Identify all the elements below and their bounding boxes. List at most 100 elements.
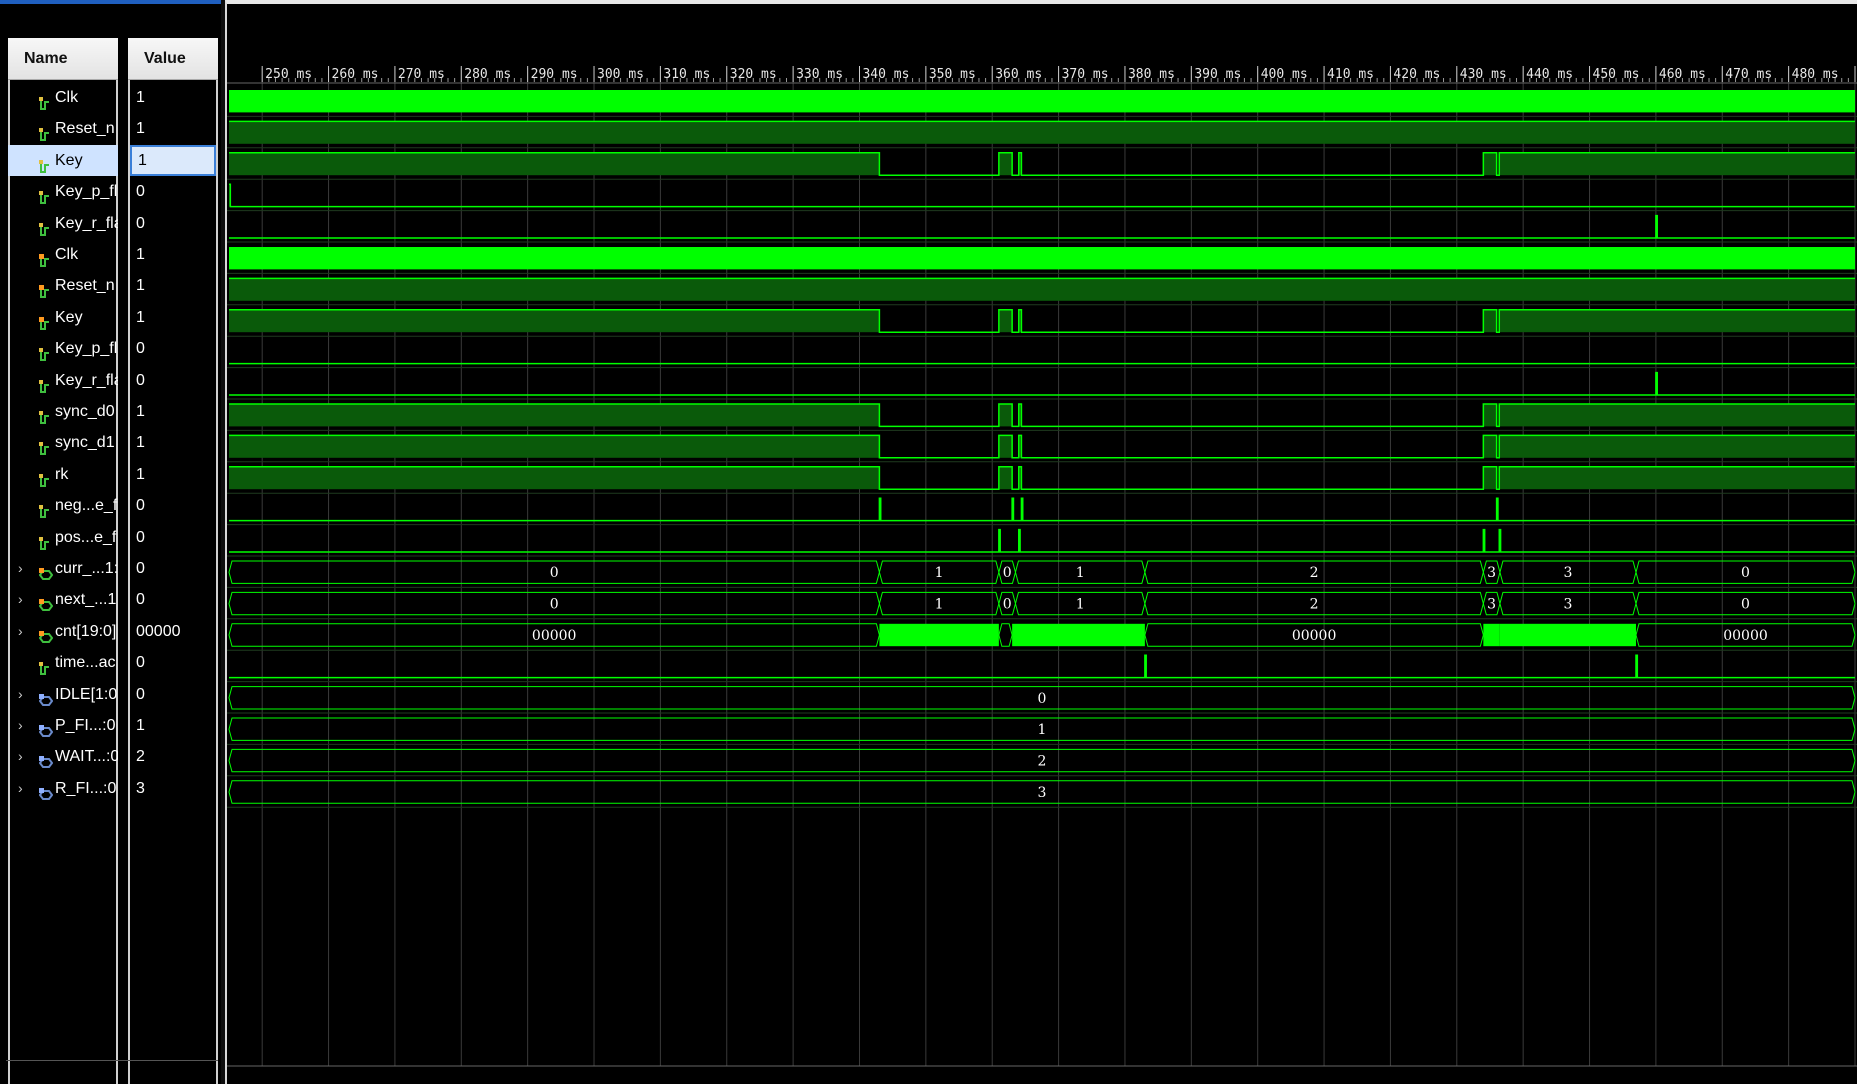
port-signal-icon — [39, 311, 51, 330]
tick-label: 470 ms — [1725, 67, 1772, 82]
waveform-high-fill — [1499, 435, 1855, 458]
waveform-high-fill — [229, 435, 880, 458]
signal-row[interactable]: › next_...1 — [8, 584, 118, 615]
signal-value[interactable]: 0 — [130, 553, 216, 584]
signal-row[interactable]: pos...e_f — [8, 522, 118, 553]
tick-label: 370 ms — [1062, 67, 1109, 82]
signal-value[interactable]: 1 — [130, 459, 216, 490]
signal-name: P_FI...:0 — [55, 717, 116, 734]
toolbar-area — [6, 4, 221, 38]
signal-row[interactable]: Key_p_fl — [8, 333, 118, 364]
waveform-panel[interactable]: 250 ms 260 ms 270 ms 280 ms 290 ms 300 ms 310 … — [225, 0, 1857, 1084]
expand-arrow-icon[interactable]: › — [18, 616, 30, 647]
expand-arrow-icon[interactable]: › — [18, 584, 30, 615]
value-column-header[interactable]: Value — [128, 38, 218, 80]
bus-value-label: 3 — [1038, 785, 1047, 801]
signal-value[interactable]: 1 — [130, 396, 216, 427]
expand-arrow-icon[interactable]: › — [18, 553, 30, 584]
waveform-high-fill — [998, 466, 1013, 490]
waveform-high-fill — [1483, 152, 1497, 176]
signal-row[interactable]: Key_p_fl — [8, 176, 118, 207]
bit-signal-icon — [39, 405, 51, 424]
signal-row[interactable]: Key — [8, 302, 118, 333]
signal-row[interactable]: sync_d0 — [8, 396, 118, 427]
clock-waveform — [229, 90, 1855, 113]
signal-value[interactable]: 3 — [130, 773, 216, 804]
signal-value[interactable]: 0 — [130, 647, 216, 678]
signal-row[interactable]: Clk — [8, 239, 118, 270]
signal-row[interactable]: Key_r_fla — [8, 208, 118, 239]
signal-value[interactable]: 0 — [130, 333, 216, 364]
signal-value[interactable]: 00000 — [130, 616, 216, 647]
signal-name: Reset_n — [55, 277, 115, 295]
signal-value[interactable]: 0 — [130, 522, 216, 553]
column-divider[interactable] — [118, 38, 128, 1084]
bit-signal-icon — [39, 531, 51, 550]
waveform-high-fill — [1483, 404, 1497, 427]
tick-label: 450 ms — [1593, 67, 1640, 82]
bus-signal-icon — [38, 625, 54, 643]
tick-label: 410 ms — [1327, 67, 1374, 82]
signal-name: R_FI...:0 — [55, 779, 117, 797]
waveform-high-fill — [229, 121, 1855, 144]
expand-arrow-icon[interactable]: › — [18, 741, 30, 772]
clock-waveform — [229, 247, 1855, 270]
waveform-high-fill — [1499, 152, 1855, 176]
signal-row[interactable]: Clk — [8, 82, 118, 113]
signal-row[interactable]: › WAIT...:0 — [8, 741, 118, 772]
signal-row[interactable]: › cnt[19:0] — [8, 616, 118, 647]
waveform-high-fill — [229, 309, 880, 333]
expand-arrow-icon[interactable]: › — [18, 679, 30, 710]
waveform-high-fill — [1499, 309, 1855, 333]
signal-name: WAIT...:0 — [55, 748, 118, 766]
signal-name: pos...e_f — [55, 528, 117, 546]
signal-value[interactable]: 0 — [130, 208, 216, 239]
signal-row[interactable]: › curr_...1: — [8, 553, 118, 584]
tick-label: 300 ms — [597, 67, 644, 82]
signal-value[interactable]: 1 — [130, 82, 216, 113]
signal-row[interactable]: Key_r_fla — [8, 365, 118, 396]
signal-value[interactable]: 0 — [130, 176, 216, 207]
signal-value[interactable]: 1 — [130, 302, 216, 333]
bus-value-label: 2 — [1310, 597, 1319, 613]
signal-value[interactable]: 1 — [130, 270, 216, 301]
waveform-canvas[interactable]: 250 ms 260 ms 270 ms 280 ms 290 ms 300 ms 310 … — [227, 4, 1857, 1084]
bus-value-label: 0 — [1038, 691, 1047, 707]
signal-row[interactable]: time...ac — [8, 647, 118, 678]
signal-row[interactable]: › P_FI...:0 — [8, 710, 118, 741]
signal-value[interactable]: 1 — [130, 239, 216, 270]
signal-row[interactable]: neg...e_f — [8, 490, 118, 521]
signal-value[interactable]: 1 — [130, 427, 216, 458]
signal-list-panel: Name Value Clk 1 Reset_n 1 Key 1 Key_p_fl 0 Key_… — [0, 0, 221, 1084]
signal-row[interactable]: Key — [8, 144, 118, 176]
signal-value[interactable]: 0 — [130, 490, 216, 521]
signal-value[interactable]: 1 — [130, 113, 216, 144]
signal-value[interactable]: 0 — [130, 584, 216, 615]
signal-value[interactable]: 2 — [130, 741, 216, 772]
signal-row[interactable]: sync_d1 — [8, 427, 118, 458]
tick-label: 330 ms — [796, 67, 843, 82]
name-column-header[interactable]: Name — [8, 38, 118, 80]
expand-arrow-icon[interactable]: › — [18, 710, 30, 741]
signal-row[interactable]: Reset_n — [8, 113, 118, 144]
bus-value-label: 1 — [1076, 565, 1085, 581]
bit-signal-icon — [39, 656, 51, 676]
signal-row[interactable]: rk — [8, 459, 118, 490]
bus-busy-segment — [1012, 623, 1145, 647]
signal-value[interactable]: 1 — [130, 710, 216, 741]
signal-name: sync_d0 — [55, 403, 115, 420]
tick-label: 400 ms — [1261, 67, 1308, 82]
param-signal-icon — [38, 782, 54, 800]
expand-arrow-icon[interactable]: › — [18, 773, 30, 804]
signal-row[interactable]: › IDLE[1:0 — [8, 679, 118, 710]
signal-value[interactable]: 0 — [130, 679, 216, 710]
waveform-high-fill — [229, 152, 880, 176]
signal-value[interactable]: 0 — [130, 365, 216, 396]
tick-label: 260 ms — [332, 67, 379, 82]
signal-value[interactable]: 1 — [130, 144, 216, 176]
signal-row[interactable]: Reset_n — [8, 270, 118, 301]
bus-value-label: 0 — [1741, 597, 1750, 613]
signal-row[interactable]: › R_FI...:0 — [8, 773, 118, 804]
bus-value-label: 1 — [935, 565, 944, 581]
param-signal-icon — [38, 719, 54, 737]
